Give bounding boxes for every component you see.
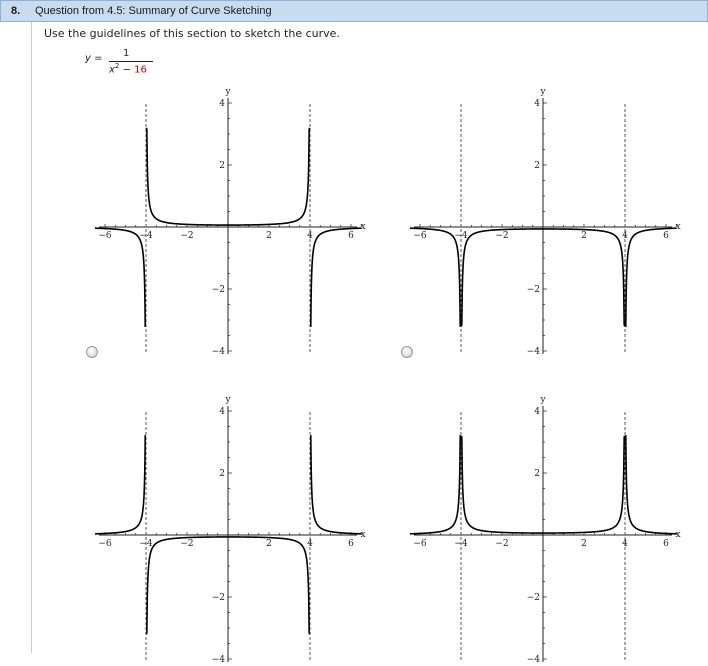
y-tick-label: −2 [212, 285, 225, 295]
graph-svg: −6−4−224642−2−4xy [94, 395, 366, 665]
x-tick-label: −6 [98, 231, 112, 241]
y-tick-label: 2 [219, 469, 225, 479]
y-tick-label: −4 [527, 347, 541, 354]
curve-branch [624, 227, 677, 327]
equation-lhs: y = [85, 53, 103, 64]
question-title: Question from 4.5: Summary of Curve Sket… [35, 5, 272, 17]
x-tick-label: 6 [663, 231, 669, 241]
question-header: 8. Question from 4.5: Summary of Curve S… [0, 0, 708, 22]
curve-branch [409, 435, 462, 535]
y-tick-label: −4 [527, 655, 541, 662]
y-axis-label: y [539, 395, 546, 405]
x-axis-label: x [675, 222, 680, 232]
y-tick-label: 4 [219, 407, 225, 417]
y-tick-label: 4 [534, 407, 540, 417]
curve-branch [409, 227, 462, 327]
graph-option-2: −6−4−224642−2−4xy [409, 84, 690, 367]
x-tick-label: −6 [413, 231, 427, 241]
curve-branch [309, 227, 362, 327]
graph-svg: −6−4−224642−2−4xy [409, 395, 681, 665]
y-tick-label: −2 [212, 593, 225, 603]
graph-svg: −6−4−224642−2−4xy [94, 87, 366, 367]
y-tick-label: 4 [534, 99, 540, 109]
y-tick-label: −4 [212, 347, 226, 354]
equation-denominator: x2 − 16 [109, 62, 147, 75]
den-constant: 16 [134, 64, 147, 76]
curve-branch [94, 435, 147, 535]
equation: y = 1 x2 − 16 [85, 48, 165, 79]
graph-option-4: −6−4−224642−2−4xy [409, 392, 690, 666]
y-tick-label: −4 [212, 655, 226, 662]
y-tick-label: 2 [534, 161, 540, 171]
y-tick-label: 2 [534, 469, 540, 479]
y-tick-label: −2 [527, 285, 540, 295]
y-axis-label: y [539, 87, 546, 97]
x-tick-label: −2 [495, 539, 508, 549]
x-axis-label: x [360, 222, 365, 232]
y-axis-label: y [224, 87, 231, 97]
graph-option-3: −6−4−224642−2−4xy [94, 392, 375, 666]
x-tick-label: 6 [348, 231, 354, 241]
instructions-text: Use the guidelines of this section to sk… [44, 27, 340, 40]
y-tick-label: −2 [527, 593, 540, 603]
x-tick-label: 2 [266, 231, 272, 241]
curve-branch [309, 435, 362, 535]
curve-branch [624, 435, 677, 535]
x-tick-label: −2 [180, 539, 193, 549]
x-tick-label: 6 [348, 539, 354, 549]
den-minus: − [119, 64, 135, 76]
equation-numerator: 1 [123, 48, 130, 59]
x-tick-label: −2 [495, 231, 508, 241]
y-axis-label: y [224, 395, 231, 405]
graph-option-1: −6−4−224642−2−4xy [94, 84, 375, 367]
x-axis-label: x [360, 530, 365, 540]
x-tick-label: 2 [581, 539, 587, 549]
x-axis-label: x [675, 530, 680, 540]
x-tick-label: −6 [413, 539, 427, 549]
x-tick-label: 2 [581, 231, 587, 241]
x-tick-label: 6 [663, 539, 669, 549]
graph-svg: −6−4−224642−2−4xy [409, 87, 681, 367]
x-tick-label: 2 [266, 539, 272, 549]
content-left-border [31, 22, 32, 653]
question-number: 8. [11, 5, 21, 17]
y-tick-label: 4 [219, 99, 225, 109]
x-tick-label: −6 [98, 539, 112, 549]
x-tick-label: −2 [180, 231, 193, 241]
curve-branch [94, 227, 147, 327]
radio-option-1[interactable] [86, 346, 98, 358]
radio-option-2[interactable] [401, 346, 413, 358]
y-tick-label: 2 [219, 161, 225, 171]
